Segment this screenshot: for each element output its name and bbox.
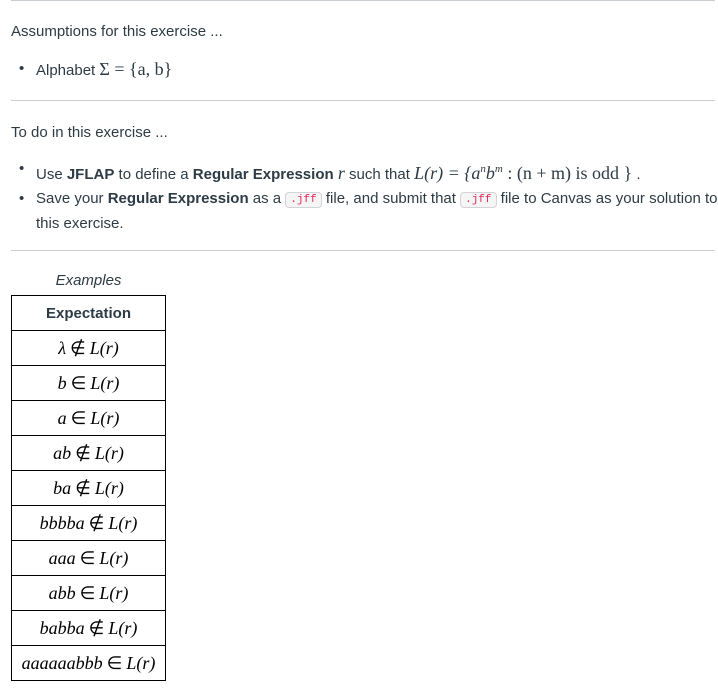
examples-table: Expectation λ ∉ L(r) b ∈ L(r) a ∈ L(r) ab ∉ L(r) ba ∉… (11, 295, 166, 681)
alphabet-math: Σ = {a, b} (99, 59, 173, 79)
table-row: babba ∉ L(r) (11, 610, 166, 646)
assumptions-heading: Assumptions for this exercise ... (11, 23, 223, 40)
table-row: ba ∉ L(r) (11, 470, 166, 506)
language-symbol: L(r) (90, 372, 120, 393)
language-symbol: L(r) (108, 512, 138, 533)
table-row: abb ∈ L(r) (11, 575, 166, 611)
todo-heading: To do in this exercise ... (11, 124, 168, 141)
example-string: babba (39, 617, 85, 638)
expectation-cell: babba ∉ L(r) (11, 610, 166, 646)
table-row: ab ∉ L(r) (11, 435, 166, 471)
membership-relation: ∉ (70, 337, 86, 358)
language-definition: L(r) = {anbm : (n + m) is odd } (414, 163, 633, 183)
language-symbol: L(r) (90, 407, 120, 428)
regex-label: Regular Expression (192, 166, 334, 183)
membership-relation: ∈ (70, 407, 87, 428)
language-symbol: L(r) (94, 477, 124, 498)
example-string: a (57, 407, 67, 428)
expectation-cell: b ∈ L(r) (11, 365, 166, 401)
table-row: b ∈ L(r) (11, 365, 166, 401)
language-symbol: L(r) (99, 547, 129, 568)
table-row: a ∈ L(r) (11, 400, 166, 436)
assumption-item: Alphabet Σ = {a, b} (19, 57, 718, 83)
membership-relation: ∉ (88, 617, 105, 638)
expectation-cell: aaa ∈ L(r) (11, 540, 166, 576)
alphabet-label: Alphabet (36, 62, 96, 79)
expectation-cell: a ∈ L(r) (11, 400, 166, 436)
todo-item-save-submit: Save your Regular Expression as a .jff f… (19, 187, 718, 236)
jff-extension-code: .jff (285, 192, 322, 208)
examples-caption: Examples (55, 272, 122, 289)
todo-item-define-regex: Use JFLAP to define a Regular Expression… (19, 157, 718, 187)
table-row: λ ∉ L(r) (11, 330, 166, 366)
assumptions-list: Alphabet Σ = {a, b} (11, 57, 718, 83)
expectation-cell: aaaaaabbb ∈ L(r) (11, 645, 166, 681)
table-row: aaaaaabbb ∈ L(r) (11, 645, 166, 681)
membership-relation: ∈ (106, 652, 123, 673)
divider-2 (11, 250, 715, 251)
expectation-header: Expectation (11, 295, 166, 331)
regex-label: Regular Expression (107, 190, 249, 207)
example-string: b (57, 372, 67, 393)
membership-relation: ∈ (79, 547, 96, 568)
membership-relation: ∈ (70, 372, 87, 393)
todo-list: Use JFLAP to define a Regular Expression… (11, 157, 718, 236)
example-string: ba (53, 477, 72, 498)
expectation-cell: λ ∉ L(r) (11, 330, 166, 366)
example-string: abb (48, 582, 76, 603)
membership-relation: ∉ (75, 442, 91, 463)
membership-relation: ∉ (75, 477, 91, 498)
table-header-row: Expectation (11, 295, 166, 331)
membership-relation: ∈ (79, 582, 96, 603)
example-string: aaa (48, 547, 76, 568)
example-string: bbbba (39, 512, 85, 533)
divider-1 (11, 100, 715, 101)
expectation-cell: ab ∉ L(r) (11, 435, 166, 471)
membership-relation: ∉ (88, 512, 105, 533)
expectation-cell: abb ∈ L(r) (11, 575, 166, 611)
r-symbol: r (337, 163, 345, 183)
language-symbol: L(r) (94, 442, 124, 463)
language-symbol: L(r) (89, 337, 119, 358)
table-row: aaa ∈ L(r) (11, 540, 166, 576)
divider-top (11, 0, 715, 1)
example-string: λ (58, 337, 67, 358)
table-row: bbbba ∉ L(r) (11, 505, 166, 541)
language-symbol: L(r) (108, 617, 138, 638)
expectation-cell: bbbba ∉ L(r) (11, 505, 166, 541)
jflap-label: JFLAP (66, 166, 115, 183)
example-string: ab (53, 442, 72, 463)
language-symbol: L(r) (99, 582, 129, 603)
jff-extension-code: .jff (460, 192, 497, 208)
expectation-cell: ba ∉ L(r) (11, 470, 166, 506)
language-symbol: L(r) (126, 652, 156, 673)
example-string: aaaaaabbb (21, 652, 103, 673)
